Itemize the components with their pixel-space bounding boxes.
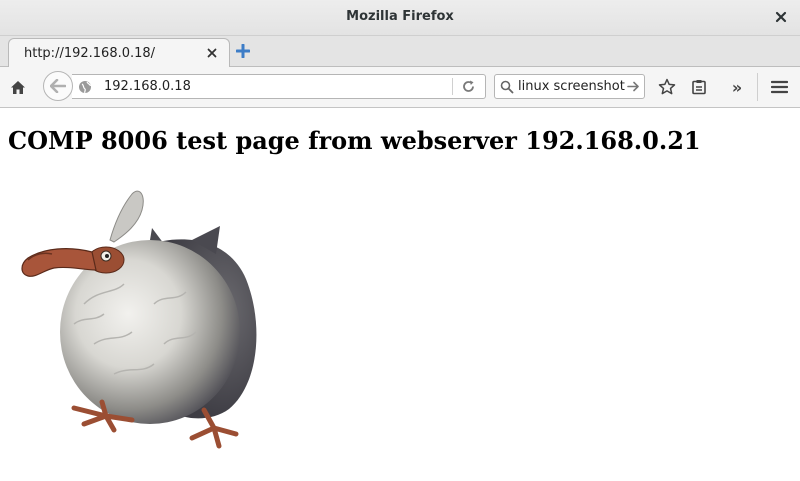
- plus-icon: [235, 43, 251, 59]
- dodo-bird-image: [21, 190, 257, 449]
- search-bar[interactable]: linux screenshot: [494, 74, 645, 99]
- new-tab-button[interactable]: [234, 42, 252, 60]
- url-text[interactable]: 192.168.0.18: [104, 79, 191, 94]
- back-button[interactable]: [43, 71, 73, 101]
- menu-button[interactable]: [768, 77, 790, 97]
- reading-list-button[interactable]: [688, 77, 710, 97]
- tab-label: http://192.168.0.18/: [24, 46, 156, 61]
- close-icon: [775, 11, 787, 23]
- arrow-right-icon[interactable]: [627, 80, 640, 93]
- browser-window: Mozilla Firefox http://192.168.0.18/ 192…: [0, 0, 800, 481]
- reload-icon[interactable]: [461, 79, 476, 94]
- search-icon: [500, 80, 514, 94]
- back-arrow-icon: [50, 79, 66, 93]
- tab-strip: http://192.168.0.18/: [0, 36, 800, 68]
- home-icon: [11, 80, 25, 94]
- close-icon: [207, 48, 217, 58]
- page-content: COMP 8006 test page from webserver 192.1…: [0, 108, 800, 481]
- star-icon: [658, 78, 676, 95]
- title-bar: Mozilla Firefox: [0, 0, 800, 36]
- search-input[interactable]: linux screenshot: [518, 79, 625, 94]
- tab-active[interactable]: http://192.168.0.18/: [8, 38, 230, 68]
- home-button[interactable]: [6, 76, 30, 98]
- globe-icon: [79, 81, 92, 94]
- window-title: Mozilla Firefox: [346, 9, 454, 24]
- page-heading: COMP 8006 test page from webserver 192.1…: [8, 126, 701, 155]
- tab-close-button[interactable]: [207, 45, 217, 62]
- clipboard-icon: [692, 80, 706, 95]
- url-bar-divider: [452, 78, 453, 95]
- window-close-button[interactable]: [773, 8, 789, 26]
- overflow-button[interactable]: »: [726, 77, 748, 97]
- url-bar[interactable]: 192.168.0.18: [72, 74, 486, 99]
- hamburger-menu-icon: [770, 80, 788, 94]
- toolbar-divider: [757, 73, 758, 101]
- navigation-toolbar: 192.168.0.18 linux screenshot »: [0, 67, 800, 108]
- bookmark-button[interactable]: [656, 77, 678, 97]
